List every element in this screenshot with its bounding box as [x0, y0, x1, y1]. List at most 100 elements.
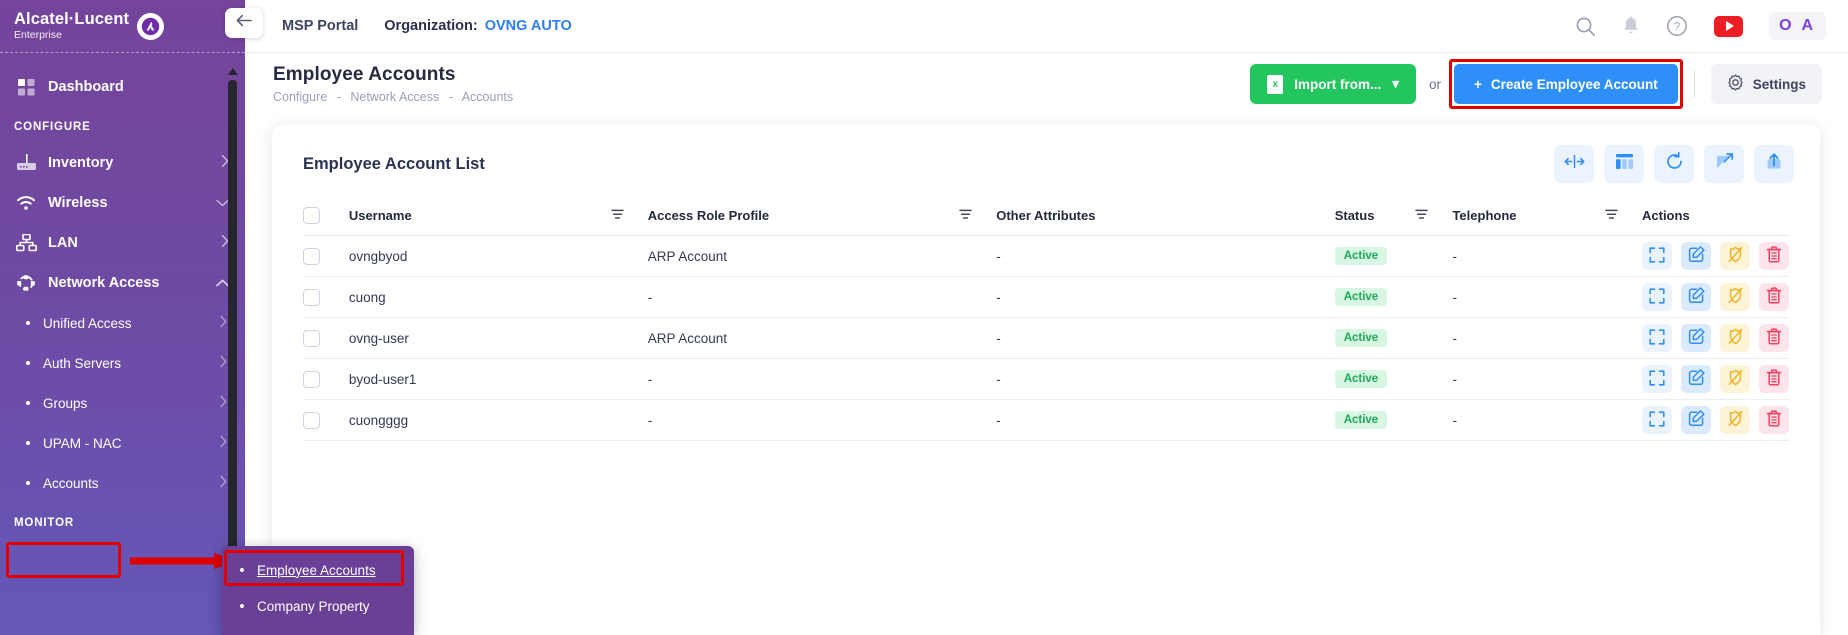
expand-button[interactable]	[1704, 145, 1744, 183]
table-row[interactable]: cuong--Active-	[303, 277, 1789, 318]
scroll-up-arrow-icon[interactable]	[228, 68, 238, 75]
refresh-button[interactable]	[1654, 145, 1694, 183]
sidebar-item-wireless[interactable]: Wireless	[0, 183, 245, 223]
row-actions	[1642, 406, 1789, 434]
topbar-actions: ? O A	[1575, 12, 1848, 40]
row-checkbox[interactable]	[303, 330, 320, 347]
delete-button[interactable]	[1759, 324, 1789, 352]
sidebar-item-groups[interactable]: Groups	[0, 383, 245, 423]
bell-icon[interactable]	[1622, 16, 1640, 36]
sidebar-subitem-label: Accounts	[43, 476, 99, 491]
disable-button[interactable]	[1720, 365, 1750, 393]
settings-button[interactable]: Settings	[1711, 64, 1822, 104]
cell-telephone: -	[1452, 236, 1642, 277]
breadcrumb-separator: -	[337, 90, 341, 104]
chevron-right-icon	[220, 316, 227, 331]
sidebar-item-inventory[interactable]: Inventory	[0, 143, 245, 183]
cell-status: Active	[1335, 318, 1453, 359]
row-actions	[1642, 242, 1789, 270]
edit-button[interactable]	[1681, 283, 1711, 311]
column-settings-button[interactable]	[1604, 145, 1644, 183]
column-header-other-attributes[interactable]: Other Attributes	[996, 207, 1334, 236]
table-row[interactable]: ovng-userARP Account-Active-	[303, 318, 1789, 359]
column-label: Actions	[1642, 208, 1690, 223]
delete-button[interactable]	[1759, 283, 1789, 311]
filter-icon[interactable]	[1605, 208, 1618, 223]
filter-icon[interactable]	[611, 208, 624, 223]
sidebar-item-unified-access[interactable]: Unified Access	[0, 303, 245, 343]
cell-telephone: -	[1452, 318, 1642, 359]
select-all-checkbox[interactable]	[303, 207, 320, 224]
filter-icon[interactable]	[959, 208, 972, 223]
disable-button[interactable]	[1720, 283, 1750, 311]
table-row[interactable]: ovngbyodARP Account-Active-	[303, 236, 1789, 277]
view-button[interactable]	[1642, 365, 1672, 393]
row-checkbox[interactable]	[303, 289, 320, 306]
flyout-item-company-property[interactable]: Company Property	[222, 588, 414, 624]
column-header-username[interactable]: Username	[349, 207, 648, 236]
sidebar-item-lan[interactable]: LAN	[0, 223, 245, 263]
view-button[interactable]	[1642, 242, 1672, 270]
cell-access-role-profile: ARP Account	[648, 236, 997, 277]
brand-text: Alcatel·Lucent Enterprise	[14, 11, 129, 41]
breadcrumb-item-configure[interactable]: Configure	[273, 90, 327, 104]
delete-button[interactable]	[1759, 242, 1789, 270]
youtube-icon[interactable]	[1714, 16, 1743, 37]
cell-telephone: -	[1452, 400, 1642, 441]
edit-button[interactable]	[1681, 406, 1711, 434]
scrollbar-thumb[interactable]	[228, 80, 237, 590]
breadcrumb-item-network-access[interactable]: Network Access	[350, 90, 439, 104]
column-label: Telephone	[1452, 208, 1516, 223]
topbar: MSP Portal Organization: OVNG AUTO ? O A	[245, 0, 1848, 53]
disable-button[interactable]	[1720, 324, 1750, 352]
edit-button[interactable]	[1681, 242, 1711, 270]
view-button[interactable]	[1642, 283, 1672, 311]
sidebar-collapse-button[interactable]	[225, 8, 263, 38]
help-circle-icon[interactable]: ?	[1666, 15, 1688, 37]
search-icon[interactable]	[1575, 16, 1596, 37]
accounts-flyout-menu: Employee Accounts Company Property	[222, 546, 414, 635]
cell-status: Active	[1335, 236, 1453, 277]
delete-button[interactable]	[1759, 365, 1789, 393]
row-checkbox[interactable]	[303, 412, 320, 429]
sidebar-item-network-access[interactable]: Network Access	[0, 263, 245, 303]
table-row[interactable]: byod-user1--Active-	[303, 359, 1789, 400]
sidebar-item-upam-nac[interactable]: UPAM - NAC	[0, 423, 245, 463]
view-button[interactable]	[1642, 406, 1672, 434]
delete-button[interactable]	[1759, 406, 1789, 434]
avatar[interactable]: O A	[1769, 12, 1826, 40]
row-checkbox[interactable]	[303, 248, 320, 265]
edit-button[interactable]	[1681, 324, 1711, 352]
flyout-item-employee-accounts[interactable]: Employee Accounts	[222, 552, 414, 588]
view-details-icon	[1649, 288, 1665, 307]
view-button[interactable]	[1642, 324, 1672, 352]
organization-value[interactable]: OVNG AUTO	[485, 18, 572, 34]
edit-button[interactable]	[1681, 365, 1711, 393]
row-checkbox[interactable]	[303, 371, 320, 388]
cell-other-attributes: -	[996, 236, 1334, 277]
disable-button[interactable]	[1720, 242, 1750, 270]
breadcrumb-item-accounts[interactable]: Accounts	[462, 90, 513, 104]
disable-icon	[1727, 287, 1744, 307]
network-access-icon	[14, 272, 38, 294]
table-row[interactable]: cuongggg--Active-	[303, 400, 1789, 441]
fit-columns-button[interactable]	[1554, 145, 1594, 183]
export-button[interactable]	[1754, 145, 1794, 183]
disable-icon	[1727, 246, 1744, 266]
column-header-telephone[interactable]: Telephone	[1452, 207, 1642, 236]
plus-icon: +	[1474, 77, 1482, 92]
sidebar-scrollbar[interactable]	[228, 68, 237, 623]
bullet-icon	[240, 604, 244, 608]
page-title: Employee Accounts	[273, 64, 513, 86]
column-header-status[interactable]: Status	[1335, 207, 1453, 236]
cell-telephone: -	[1452, 359, 1642, 400]
sidebar-item-accounts[interactable]: Accounts	[0, 463, 245, 503]
sidebar-item-auth-servers[interactable]: Auth Servers	[0, 343, 245, 383]
filter-icon[interactable]	[1415, 208, 1428, 223]
cell-username: ovng-user	[349, 318, 648, 359]
create-employee-account-button[interactable]: + Create Employee Account	[1454, 64, 1678, 104]
sidebar-item-dashboard[interactable]: Dashboard	[0, 67, 245, 107]
column-header-access-role-profile[interactable]: Access Role Profile	[648, 207, 997, 236]
import-from-button[interactable]: x Import from... ▾	[1250, 64, 1416, 104]
disable-button[interactable]	[1720, 406, 1750, 434]
